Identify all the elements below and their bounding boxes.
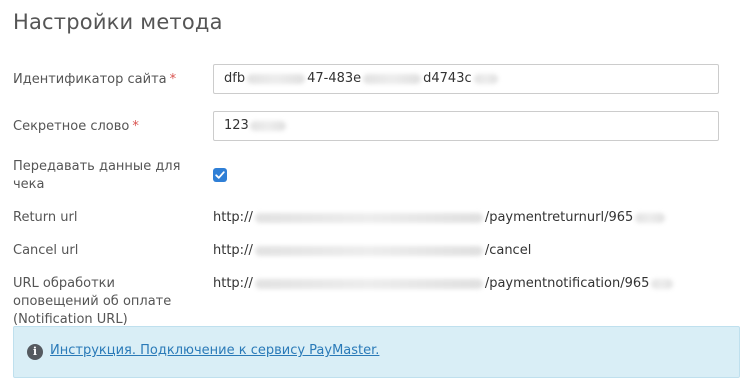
secret-word-label: Секретное слово * [13,119,139,134]
redacted-blur [247,73,306,84]
send-receipt-label: Передавать данные для чека [13,159,181,192]
site-id-value-start: dfb [224,71,246,86]
info-alert: i Инструкция. Подключение к сервису PayM… [13,326,740,378]
return-url-label: Return url [13,210,78,225]
return-url-value: http:///paymentreturnurl/965 [213,209,666,227]
notification-url-value: http:///paymentnotification/965 [213,275,674,293]
site-id-value-mid: 47-483e [307,71,362,86]
info-icon: i [27,344,43,360]
instruction-link[interactable]: Инструкция. Подключение к сервису PayMas… [50,343,379,358]
required-mark: * [169,72,177,87]
page-title: Настройки метода [13,10,223,34]
redacted-blur [254,278,483,289]
redacted-blur [254,212,483,223]
checkmark-icon [215,171,225,179]
secret-word-value: 123 [224,118,249,133]
secret-word-input[interactable]: 123 [213,111,719,141]
required-mark: * [132,119,139,134]
redacted-blur [249,120,286,131]
site-id-label: Идентификатор сайта * [13,72,177,87]
notification-url-label: URL обработки оповещений об оплате (Noti… [13,276,172,327]
redacted-blur [473,73,498,84]
cancel-url-value: http:///cancel [213,243,532,258]
site-id-input[interactable]: dfb 47-483e d4743c [213,64,719,94]
redacted-blur [635,212,666,223]
cancel-url-label: Cancel url [13,243,79,258]
site-id-value-end: d4743c [423,71,472,86]
redacted-blur [254,245,483,256]
send-receipt-checkbox[interactable] [213,168,227,182]
redacted-blur [363,73,422,84]
redacted-blur [651,278,674,289]
